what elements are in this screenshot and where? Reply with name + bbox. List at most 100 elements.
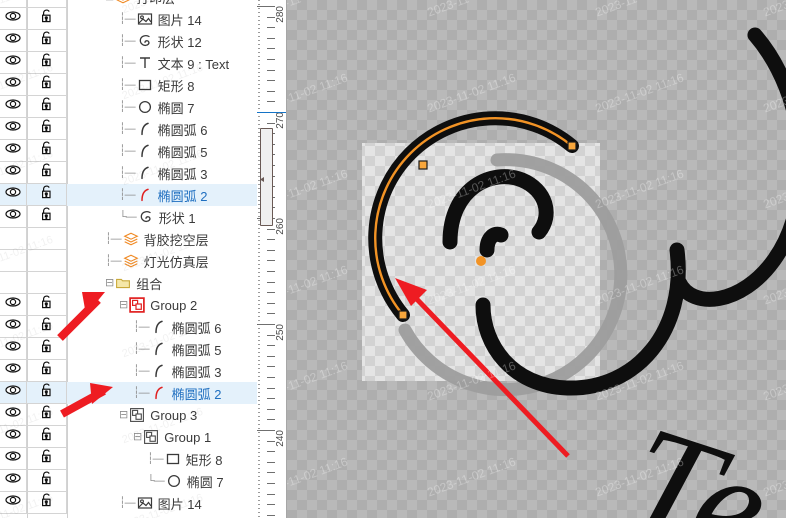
tree-expander-icon[interactable]: ┆― [119, 189, 136, 201]
eye-icon[interactable] [5, 206, 21, 227]
layer-row[interactable]: ┆― 形状 12 [0, 30, 257, 52]
lock-toggle-cell[interactable] [27, 74, 67, 96]
lock-toggle-cell[interactable] [27, 426, 67, 448]
layer-row[interactable]: ⊟ Group 1 [0, 426, 257, 448]
visibility-toggle-cell[interactable] [0, 382, 27, 404]
layer-row[interactable]: ⊟ Group 2 [0, 294, 257, 316]
lock-open-icon[interactable] [39, 470, 55, 491]
layer-row[interactable]: └― 形状 1 [0, 206, 257, 228]
layer-row[interactable]: ┆― 灯光仿真层 [0, 250, 257, 272]
layer-name-cell[interactable]: ┆― 背胶挖空层 [67, 228, 257, 250]
layer-name-cell[interactable]: └― 形状 1 [67, 206, 257, 228]
layer-row[interactable]: ┆― 椭圆弧 5 [0, 338, 257, 360]
visibility-toggle-cell[interactable] [0, 316, 27, 338]
tree-expander-icon[interactable]: ┆― [133, 343, 150, 355]
layer-name-cell[interactable]: ┆― 形状 12 [67, 30, 257, 52]
layer-row[interactable]: ┆― 椭圆弧 3 [0, 360, 257, 382]
lock-toggle-cell[interactable] [27, 206, 67, 228]
visibility-toggle-cell[interactable] [0, 448, 27, 470]
lock-open-icon[interactable] [39, 184, 55, 205]
lock-toggle-cell[interactable] [27, 8, 67, 30]
visibility-toggle-cell[interactable] [0, 96, 27, 118]
tree-expander-icon[interactable]: ⊟ [119, 299, 128, 311]
layer-name-cell[interactable]: ┆― 椭圆弧 6 [67, 118, 257, 140]
lock-toggle-cell[interactable] [27, 360, 67, 382]
layer-name-cell[interactable]: ⊟ Group 3 [67, 404, 257, 426]
eye-icon[interactable] [5, 404, 21, 425]
lock-toggle-cell[interactable] [27, 316, 67, 338]
lock-open-icon[interactable] [39, 316, 55, 337]
tree-expander-icon[interactable]: ┆― [119, 145, 136, 157]
lock-open-icon[interactable] [39, 360, 55, 381]
visibility-toggle-cell[interactable] [0, 30, 27, 52]
layer-row[interactable]: ┆― 图片 14 [0, 8, 257, 30]
layer-name-cell[interactable]: ┆― 图片 14 [67, 8, 257, 30]
eye-icon[interactable] [5, 52, 21, 73]
eye-icon[interactable] [5, 382, 21, 403]
layer-row[interactable]: ┆― 背胶挖空层 [0, 228, 257, 250]
tree-expander-icon[interactable]: ┆― [119, 57, 136, 69]
layer-row[interactable]: ┆― 椭圆 7 [0, 96, 257, 118]
eye-icon[interactable] [5, 8, 21, 29]
layer-row[interactable]: ┆― 椭圆弧 6 [0, 316, 257, 338]
layer-name-cell[interactable]: ┆― 椭圆弧 3 [67, 360, 257, 382]
tree-expander-icon[interactable]: ┆― [105, 233, 122, 245]
layer-panel[interactable]: ⊟打印层┆―图片 14┆―形状 12┆―文本 9 : Text┆―矩形 8┆―椭… [0, 0, 257, 518]
layer-name-cell[interactable]: ⊟ Group 1 [67, 426, 257, 448]
vertical-ruler[interactable]: 280 270 260 250 240 [257, 0, 287, 518]
lock-toggle-cell[interactable] [27, 118, 67, 140]
eye-icon[interactable] [5, 316, 21, 337]
layer-row[interactable]: ┆― 矩形 8 [0, 74, 257, 96]
tree-expander-icon[interactable]: ┆― [119, 123, 136, 135]
eye-icon[interactable] [5, 184, 21, 205]
tree-expander-icon[interactable]: ┆― [105, 255, 122, 267]
eye-icon[interactable] [5, 338, 21, 359]
lock-open-icon[interactable] [39, 140, 55, 161]
tree-expander-icon[interactable]: ┆― [147, 453, 164, 465]
eye-icon[interactable] [5, 118, 21, 139]
eye-icon[interactable] [5, 448, 21, 469]
lock-open-icon[interactable] [39, 448, 55, 469]
eye-icon[interactable] [5, 492, 21, 513]
layer-name-cell[interactable]: ┆― 椭圆弧 2 [67, 382, 257, 404]
eye-icon[interactable] [5, 294, 21, 315]
layer-row[interactable]: ┆― 椭圆弧 2 [0, 184, 257, 206]
layer-row[interactable]: ┆― 文本 9 : Text [0, 52, 257, 74]
layer-name-cell[interactable]: ┆― 文本 9 : Text [67, 52, 257, 74]
lock-open-icon[interactable] [39, 118, 55, 139]
visibility-toggle-cell[interactable] [0, 52, 27, 74]
tree-expander-icon[interactable]: ┆― [119, 13, 136, 25]
layer-row[interactable]: ┆― 矩形 8 [0, 448, 257, 470]
layer-name-cell[interactable]: ┆― 椭圆弧 6 [67, 316, 257, 338]
lock-open-icon[interactable] [39, 8, 55, 29]
visibility-toggle-cell[interactable] [0, 294, 27, 316]
layer-name-cell[interactable]: ┆― 椭圆弧 5 [67, 338, 257, 360]
visibility-toggle-cell[interactable] [0, 74, 27, 96]
layer-name-cell[interactable]: ┆― 椭圆弧 3 [67, 162, 257, 184]
layer-row[interactable]: ┆― 图片 14 [0, 492, 257, 514]
lock-open-icon[interactable] [39, 404, 55, 425]
layer-row[interactable]: ⊟ Group 3 [0, 404, 257, 426]
layer-name-cell[interactable]: ┆― 椭圆 7 [67, 96, 257, 118]
lock-open-icon[interactable] [39, 426, 55, 447]
visibility-toggle-cell[interactable] [0, 8, 27, 30]
eye-icon[interactable] [5, 162, 21, 183]
layer-row[interactable]: ⊟ 打印层 [0, 0, 257, 8]
lock-toggle-cell[interactable] [27, 382, 67, 404]
layer-name-cell[interactable]: ┆― 椭圆弧 2 [67, 184, 257, 206]
layer-name-cell[interactable]: ┆― 矩形 8 [67, 448, 257, 470]
eye-icon[interactable] [5, 426, 21, 447]
design-canvas[interactable]: Te 2023-11-02 11:16 2023-11-02 11:16 2023-… [287, 0, 786, 518]
layer-name-cell[interactable]: ⊟ 打印层 [67, 0, 257, 8]
layer-row[interactable]: ⊟ 组合 [0, 272, 257, 294]
lock-toggle-cell[interactable] [27, 470, 67, 492]
visibility-toggle-cell[interactable] [0, 492, 27, 514]
lock-open-icon[interactable] [39, 96, 55, 117]
lock-open-icon[interactable] [39, 162, 55, 183]
eye-icon[interactable] [5, 470, 21, 491]
tree-expander-icon[interactable]: ┆― [119, 101, 136, 113]
eye-icon[interactable] [5, 140, 21, 161]
tree-expander-icon[interactable]: ⊟ [105, 277, 114, 289]
visibility-toggle-cell[interactable] [0, 206, 27, 228]
lock-open-icon[interactable] [39, 294, 55, 315]
